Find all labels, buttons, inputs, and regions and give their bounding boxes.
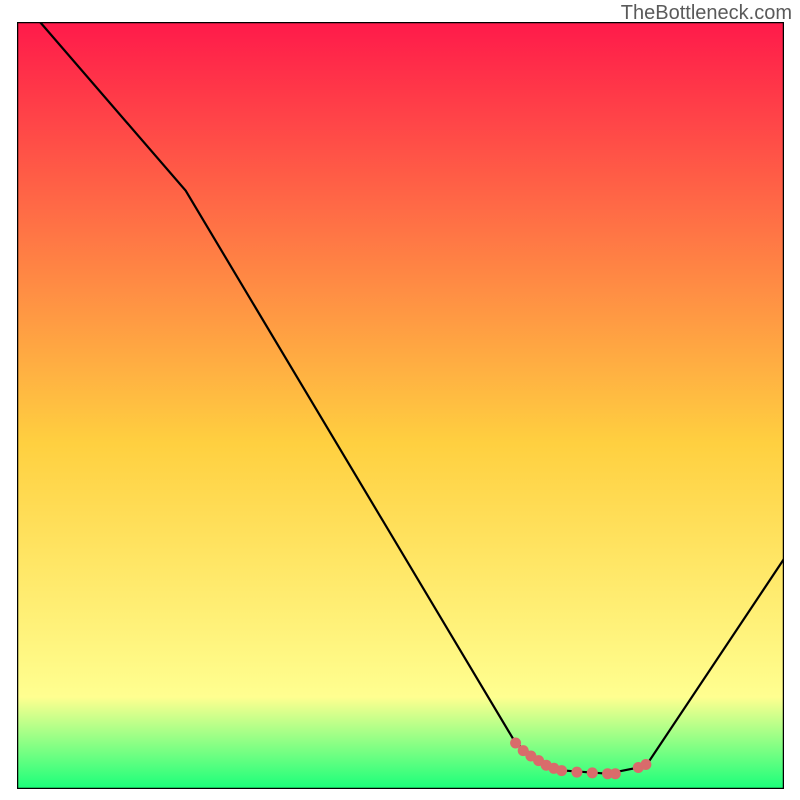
attribution-label: TheBottleneck.com [621,2,792,25]
chart-container: TheBottleneck.com [0,0,800,800]
axes-frame [17,22,784,789]
plot-area [17,22,784,789]
